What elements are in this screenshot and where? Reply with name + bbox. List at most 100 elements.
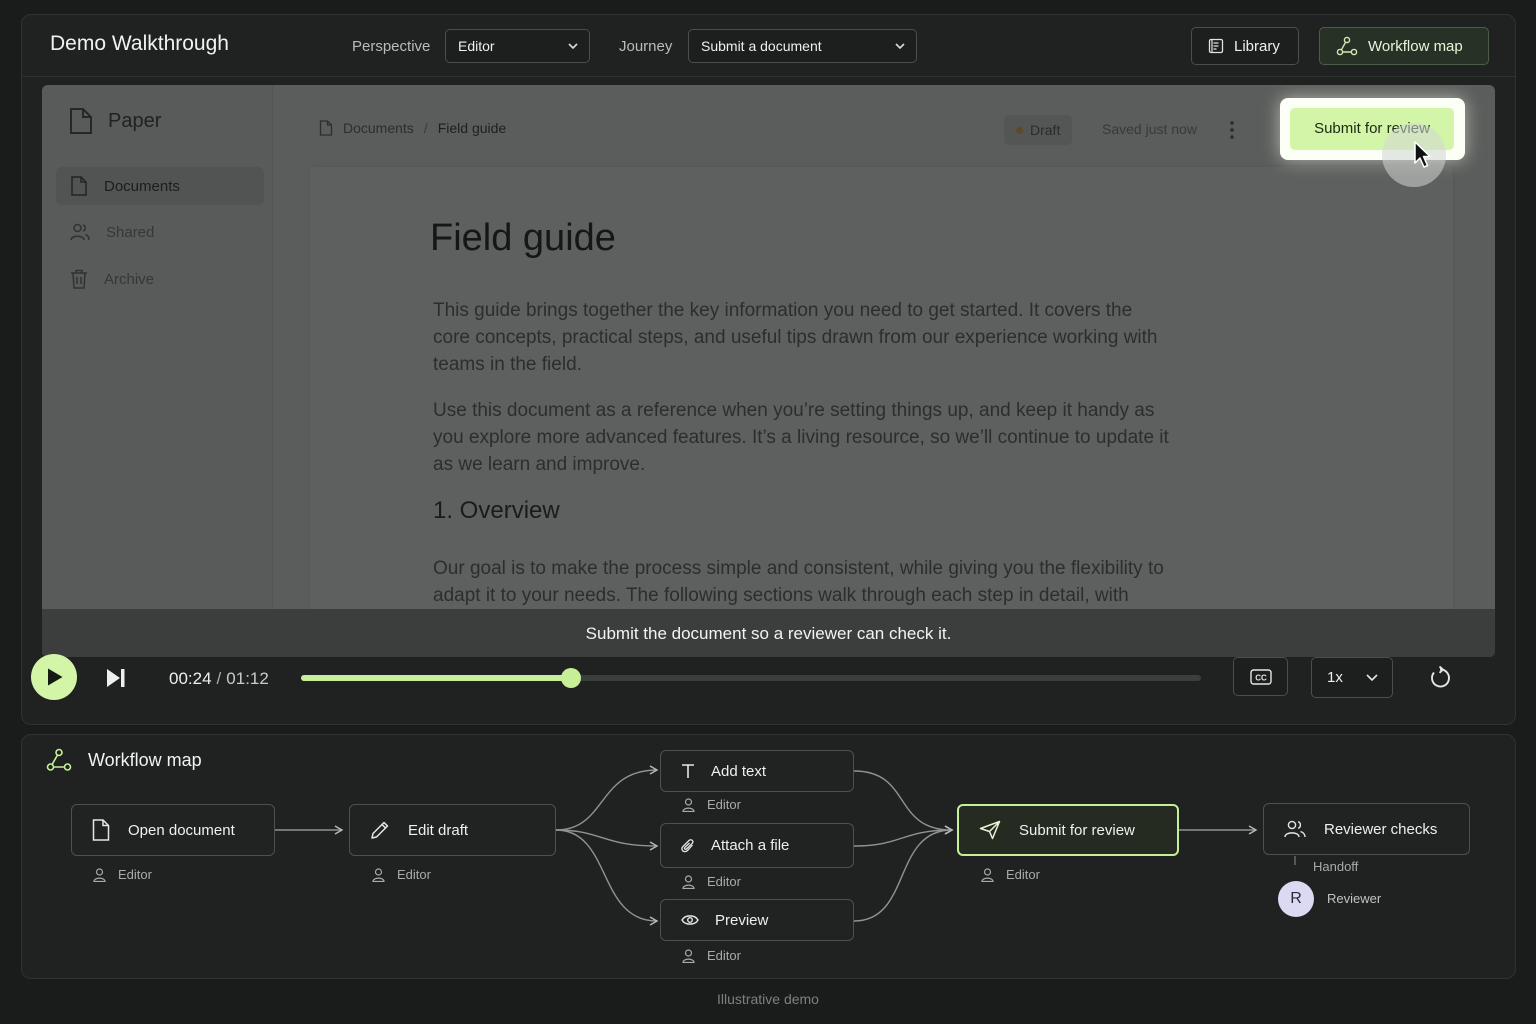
- workflow-node-reviewer-checks[interactable]: Reviewer checks: [1263, 803, 1470, 855]
- perspective-value: Editor: [458, 38, 495, 54]
- role-label: Editor: [1006, 867, 1040, 882]
- sidebar-item-archive[interactable]: Archive: [56, 260, 264, 298]
- reviewer-label: Reviewer: [1327, 891, 1382, 906]
- breadcrumb-separator: /: [423, 120, 428, 136]
- workflow-node-attach-file[interactable]: Attach a file: [660, 823, 854, 868]
- workflow-icon: [1336, 36, 1358, 56]
- saved-status: Saved just now: [1102, 121, 1197, 137]
- node-label: Reviewer checks: [1324, 820, 1438, 838]
- node-label: Submit for review: [1019, 821, 1135, 839]
- sidebar: Paper Documents Shared Archive: [42, 85, 273, 657]
- connector-edit-to-preview: [555, 829, 659, 926]
- connector-add-text-to-submit: [853, 770, 954, 835]
- brand: Paper: [68, 107, 161, 135]
- workflow-map-button[interactable]: Workflow map: [1319, 27, 1489, 65]
- document-page: Field guide This guide brings together t…: [310, 167, 1453, 657]
- node-role: Editor: [682, 948, 741, 963]
- app-screen: Paper Documents Shared Archive Documents…: [42, 85, 1495, 657]
- paperclip-icon: [681, 838, 694, 852]
- role-label: Editor: [707, 874, 741, 889]
- breadcrumb-current: Field guide: [437, 120, 507, 136]
- breadcrumb-documents[interactable]: Documents: [343, 120, 414, 136]
- role-label: Editor: [707, 948, 741, 963]
- cc-text: CC: [1255, 674, 1267, 683]
- connector-edit-to-add-text: [555, 765, 659, 831]
- node-label: Edit draft: [408, 821, 469, 839]
- file-icon: [319, 120, 333, 136]
- progress-track[interactable]: [301, 668, 1201, 688]
- skip-forward-icon[interactable]: [105, 667, 127, 689]
- play-icon: [48, 668, 63, 686]
- speed-value: 1x: [1327, 669, 1343, 686]
- person-icon: [372, 867, 385, 882]
- role-label: Editor: [118, 867, 152, 882]
- document-paragraph: This guide brings together the key infor…: [433, 300, 1158, 375]
- handoff-label: Handoff: [1313, 859, 1359, 874]
- connector-preview-to-submit: [853, 825, 954, 922]
- play-button[interactable]: [31, 654, 77, 700]
- sidebar-item-shared[interactable]: Shared: [56, 213, 264, 251]
- workflow-node-submit-for-review[interactable]: Submit for review: [957, 804, 1179, 856]
- node-role: Editor: [93, 867, 152, 882]
- workflow-map-label: Workflow map: [1368, 37, 1463, 55]
- workflow-node-add-text[interactable]: Add text: [660, 750, 854, 792]
- chevron-down-icon: [568, 43, 578, 50]
- role-label: Editor: [397, 867, 431, 882]
- document-logo-icon: [70, 108, 92, 134]
- avatar: R: [1278, 881, 1314, 917]
- journey-select[interactable]: Submit a document: [688, 29, 917, 63]
- node-label: Preview: [715, 911, 769, 929]
- person-icon: [682, 948, 695, 963]
- mouse-pointer-icon: [1414, 141, 1431, 168]
- sidebar-item-documents[interactable]: Documents: [56, 167, 264, 205]
- person-icon: [682, 874, 695, 889]
- perspective-select[interactable]: Editor: [445, 29, 590, 63]
- journey-value: Submit a document: [701, 38, 822, 54]
- playback-speed-select[interactable]: 1x: [1311, 657, 1393, 698]
- trash-icon: [71, 269, 87, 289]
- progress-handle[interactable]: [561, 668, 581, 688]
- pencil-icon: [371, 821, 389, 839]
- person-icon: [93, 867, 106, 882]
- node-role: Editor: [981, 867, 1040, 882]
- library-button[interactable]: Library: [1191, 27, 1299, 65]
- person-icon: [682, 797, 695, 812]
- cc-icon: CC: [1250, 669, 1272, 685]
- demo-player-frame: Demo Walkthrough Perspective Editor Jour…: [21, 14, 1516, 725]
- progress-fill: [301, 675, 571, 681]
- file-icon: [71, 176, 87, 196]
- users-icon: [70, 223, 90, 241]
- captions-button[interactable]: CC: [1233, 657, 1288, 696]
- text-icon: [682, 764, 694, 778]
- current-time: 00:24: [169, 669, 212, 688]
- caption-bar: Submit the document so a reviewer can ch…: [42, 609, 1495, 657]
- node-label: Add text: [711, 762, 767, 780]
- node-label: Attach a file: [711, 837, 790, 854]
- sidebar-item-label: Shared: [106, 223, 155, 241]
- workflow-node-open-document[interactable]: Open document: [71, 804, 275, 856]
- time-separator: /: [216, 669, 222, 688]
- role-label: Editor: [707, 797, 741, 812]
- library-label: Library: [1234, 37, 1280, 55]
- replay-icon[interactable]: [1428, 666, 1452, 690]
- total-time: 01:12: [226, 669, 269, 688]
- breadcrumb: Documents / Field guide: [319, 120, 506, 136]
- workflow-map-panel: Workflow map Open document Editor Edit d…: [21, 734, 1516, 979]
- person-icon: [981, 867, 994, 882]
- chevron-down-icon: [1366, 674, 1378, 682]
- app-title: Demo Walkthrough: [50, 32, 229, 55]
- status-badge: Draft: [1004, 115, 1073, 145]
- sidebar-item-label: Documents: [104, 177, 180, 195]
- file-icon: [92, 819, 110, 841]
- node-label: Open document: [128, 821, 235, 839]
- node-role: Editor: [682, 874, 741, 889]
- node-role: Editor: [682, 797, 741, 812]
- more-options-icon[interactable]: [1222, 119, 1242, 141]
- perspective-label: Perspective: [352, 38, 431, 55]
- workflow-node-preview[interactable]: Preview: [660, 899, 854, 941]
- journey-label: Journey: [619, 38, 673, 55]
- section-heading: 1. Overview: [433, 497, 560, 524]
- brand-name: Paper: [108, 109, 162, 132]
- workflow-node-edit-draft[interactable]: Edit draft: [349, 804, 556, 856]
- document-paragraph: Use this document as a reference when yo…: [433, 400, 1169, 475]
